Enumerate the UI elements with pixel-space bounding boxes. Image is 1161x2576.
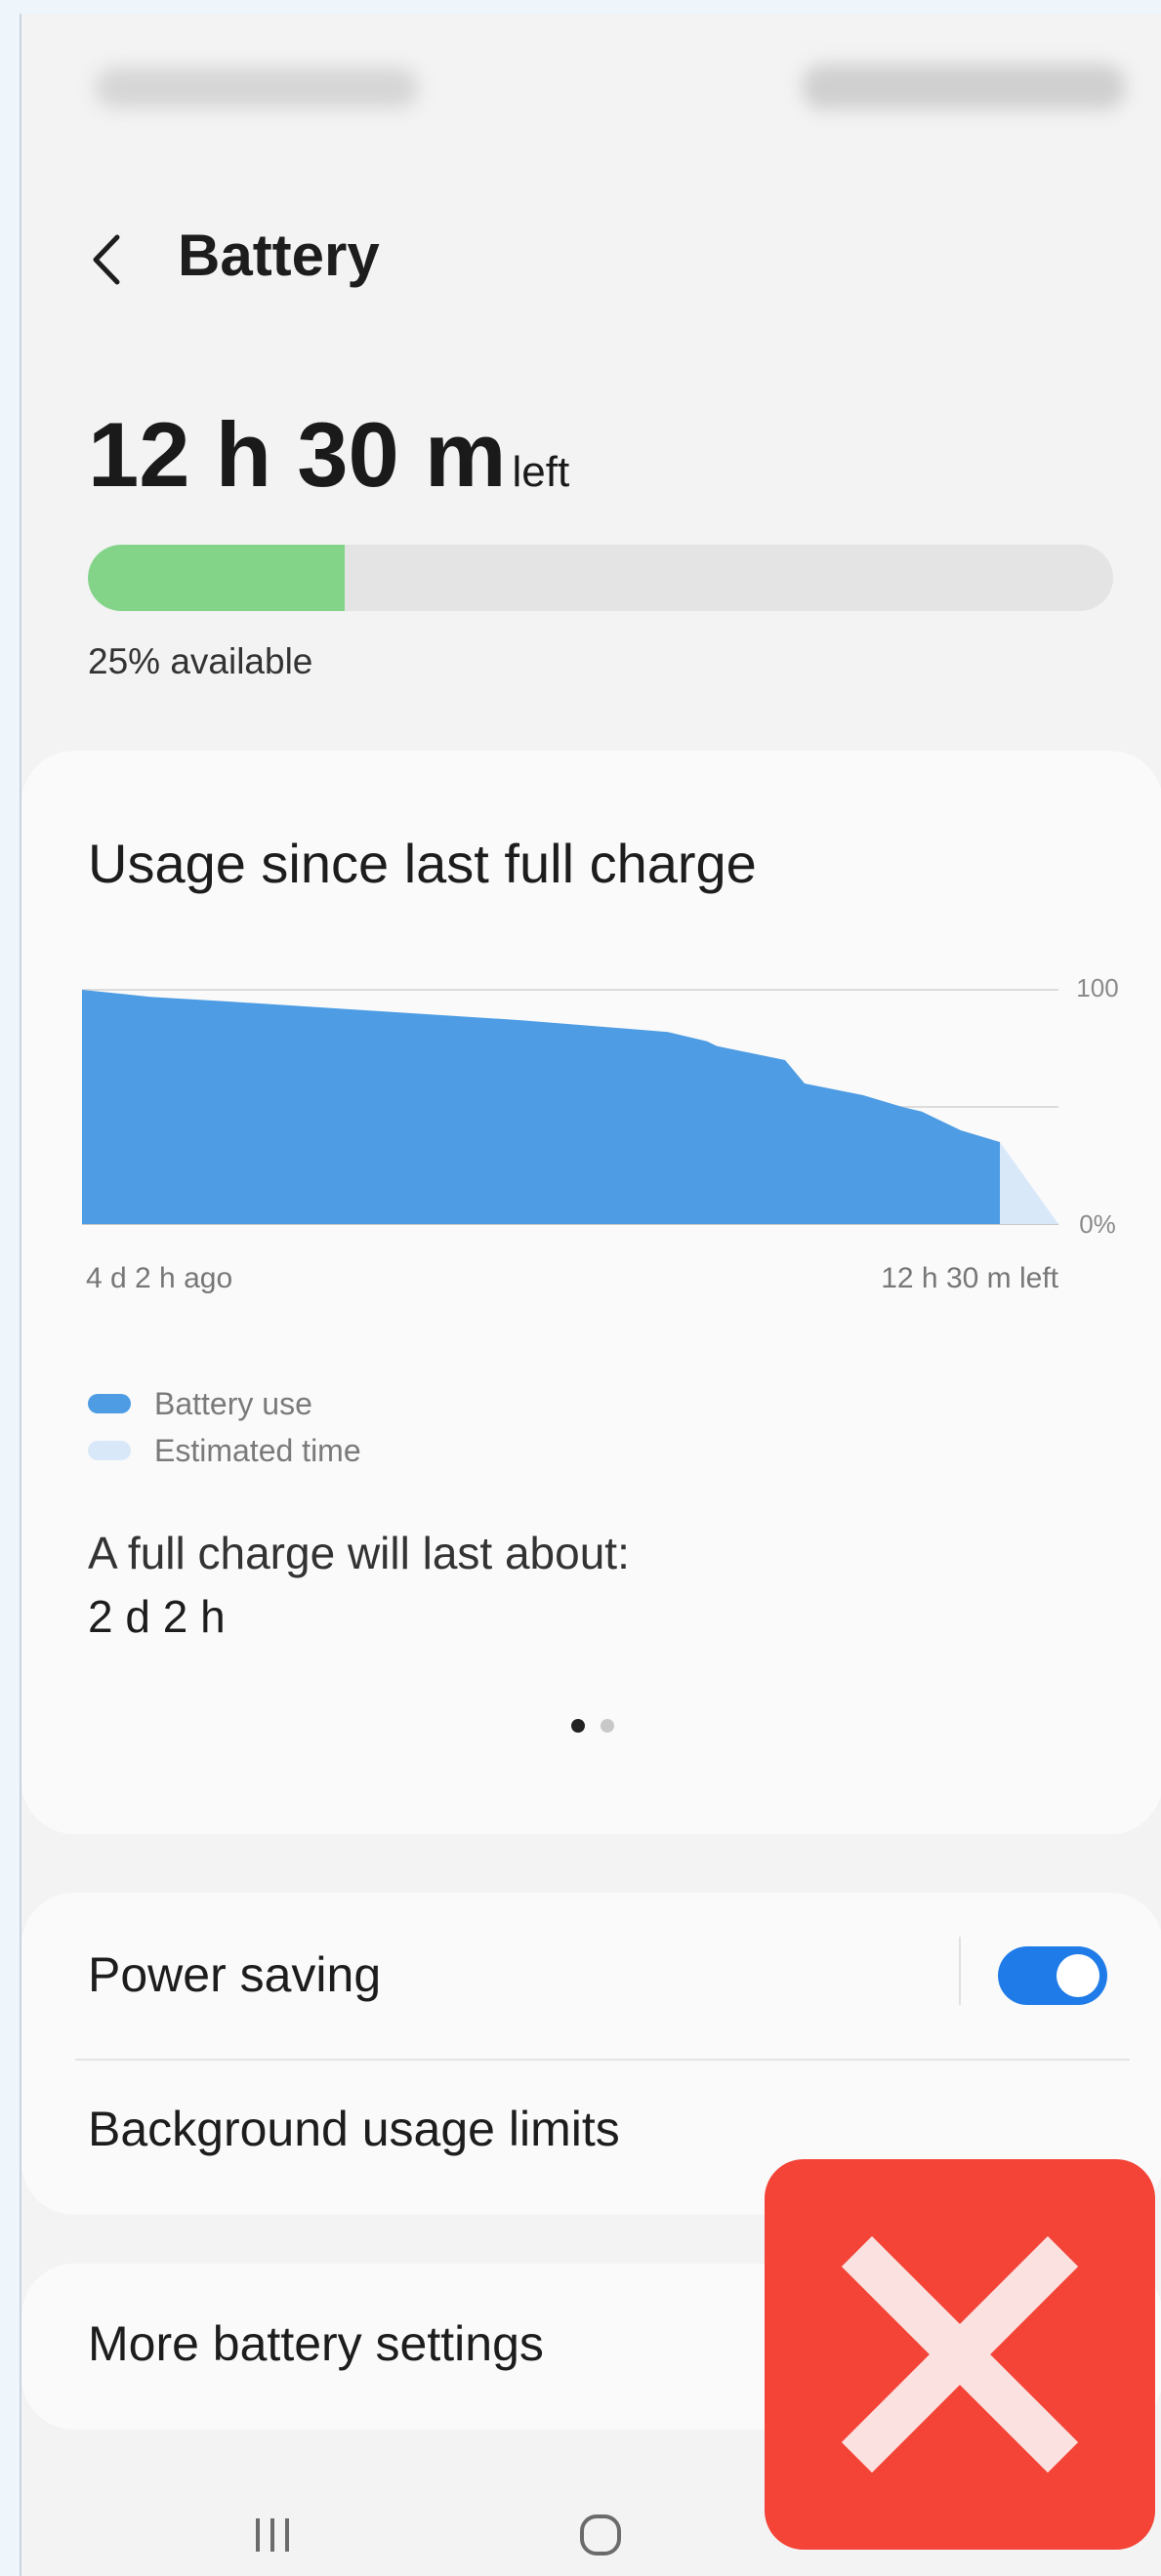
x-label-end: 12 h 30 m left <box>881 1262 1058 1294</box>
legend-swatch-battery-use <box>88 1394 131 1413</box>
legend-item-battery-use: Battery use <box>88 1380 361 1427</box>
battery-use-area <box>82 990 1000 1224</box>
page-dot-2[interactable] <box>601 1719 614 1733</box>
battery-level-bar <box>88 545 1113 611</box>
legend-swatch-estimated-time <box>88 1441 131 1460</box>
row-separator-vertical <box>959 1937 961 2005</box>
x-label-start: 4 d 2 h ago <box>86 1262 232 1294</box>
back-button[interactable] <box>82 224 141 297</box>
usage-card[interactable]: Usage since last full charge 100 0% 4 d … <box>21 751 1161 1834</box>
more-battery-settings-label: More battery settings <box>88 2316 544 2371</box>
time-left-suffix: left <box>512 448 570 496</box>
status-bar-left-blurred <box>96 67 418 108</box>
battery-usage-chart: 100 0% 4 d 2 h ago 12 h 30 m left <box>82 973 1119 1294</box>
page-title: Battery <box>178 223 380 288</box>
status-bar-right-blurred <box>803 64 1125 109</box>
chart-legend: Battery use Estimated time <box>88 1380 361 1474</box>
close-button[interactable] <box>765 2159 1155 2550</box>
battery-level-fill <box>88 545 345 611</box>
close-icon <box>841 2235 1079 2474</box>
background-usage-limits-label: Background usage limits <box>88 2102 620 2156</box>
background-usage-limits-row[interactable]: Background usage limits <box>88 2101 620 2157</box>
row-divider <box>75 2059 1130 2061</box>
power-saving-label: Power saving <box>88 1947 382 2002</box>
recents-icon[interactable] <box>248 2513 297 2556</box>
estimated-time-area <box>1000 1142 1058 1224</box>
full-charge-value: 2 d 2 h <box>88 1591 226 1642</box>
page-dot-1[interactable] <box>571 1719 585 1733</box>
more-battery-settings-row[interactable]: More battery settings <box>88 2315 544 2372</box>
power-saving-toggle[interactable] <box>998 1946 1107 2005</box>
home-icon[interactable] <box>576 2511 625 2559</box>
usage-title: Usage since last full charge <box>88 833 757 894</box>
battery-available-text: 25% available <box>88 641 313 681</box>
legend-item-estimated-time: Estimated time <box>88 1427 361 1474</box>
legend-label-estimated-time: Estimated time <box>154 1432 361 1468</box>
time-left-value: 12 h 30 m <box>88 403 507 506</box>
time-left: 12 h 30 m left <box>88 402 569 508</box>
status-bar <box>21 14 1161 141</box>
legend-label-battery-use: Battery use <box>154 1385 312 1421</box>
chevron-left-icon <box>93 234 120 285</box>
full-charge-label: A full charge will last about: <box>88 1528 630 1578</box>
toggle-knob <box>1057 1954 1099 1997</box>
y-tick-label-100: 100 <box>1076 973 1118 1002</box>
page-indicator[interactable] <box>571 1719 614 1733</box>
power-saving-row[interactable]: Power saving <box>88 1946 381 2003</box>
y-tick-label-0: 0% <box>1079 1209 1116 1239</box>
